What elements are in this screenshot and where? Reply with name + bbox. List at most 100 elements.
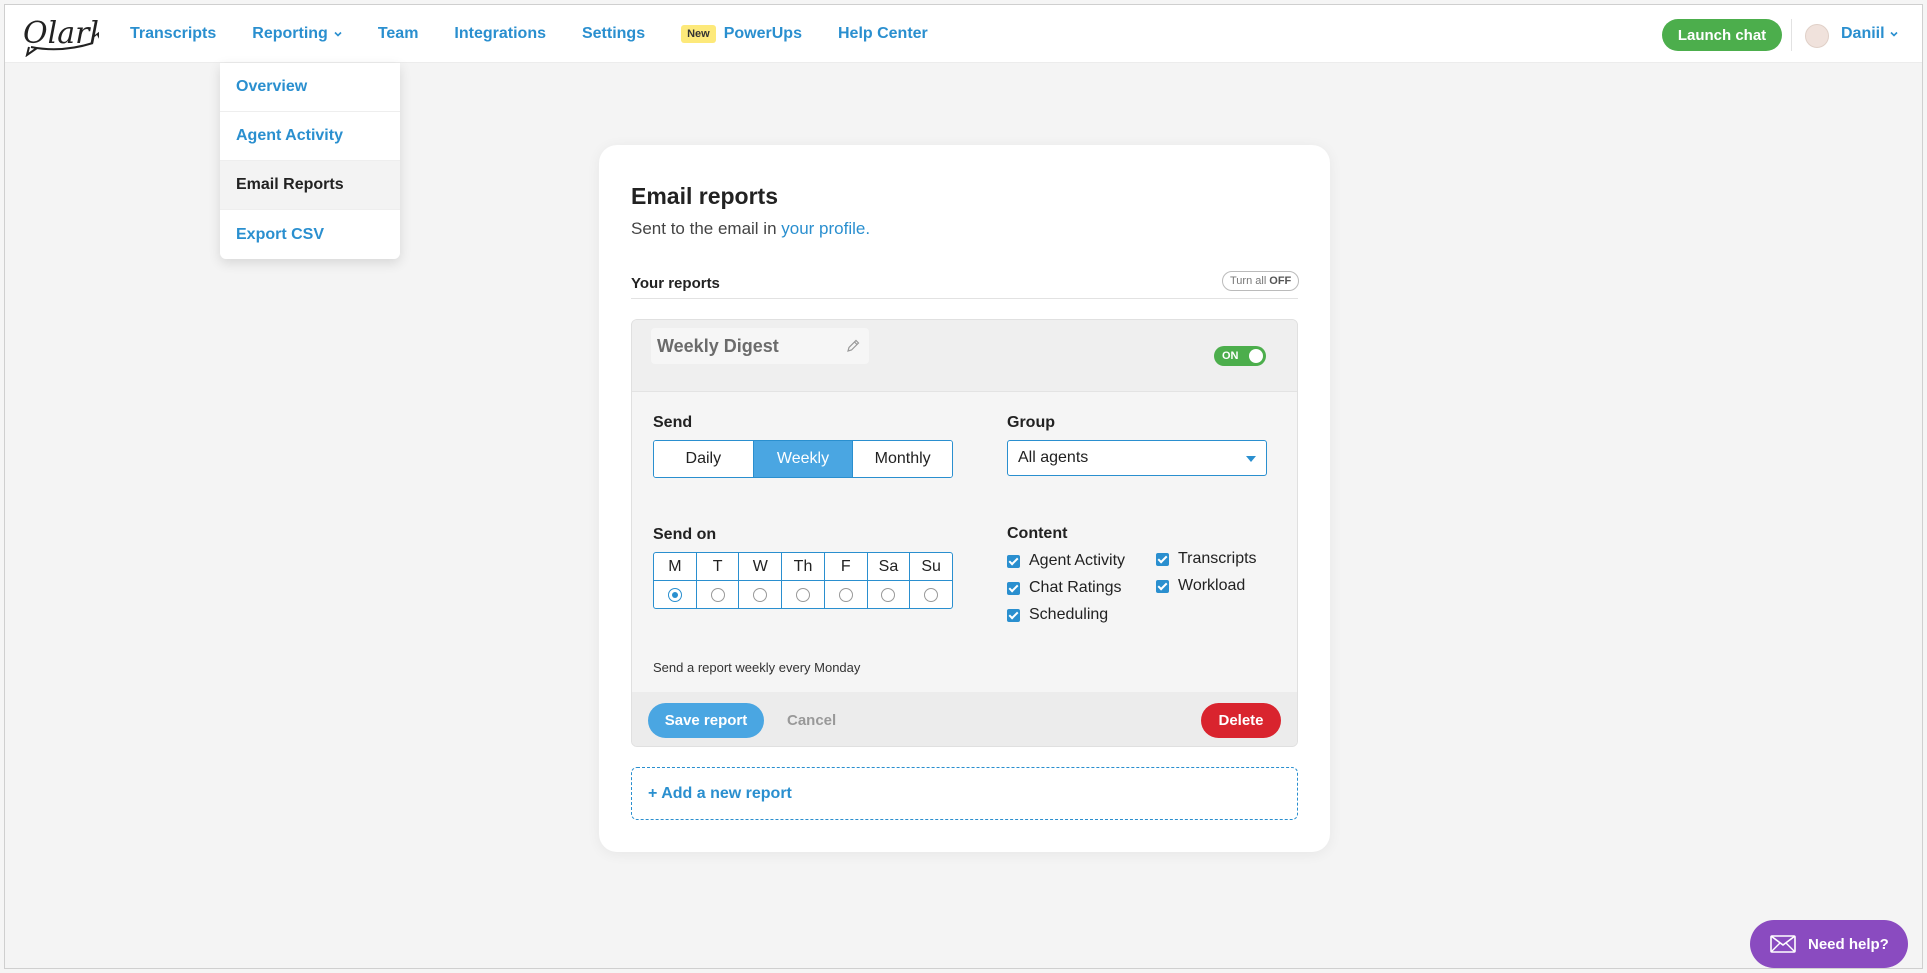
new-badge: New [681, 25, 716, 43]
day-sunday[interactable]: Su [910, 553, 953, 608]
schedule-summary: Send a report weekly every Monday [653, 660, 861, 675]
day-label: F [824, 553, 867, 581]
day-wednesday[interactable]: W [739, 553, 783, 608]
turn-all-label: Turn all [1230, 275, 1267, 287]
envelope-icon [1770, 935, 1796, 953]
report-actions: Save report Cancel Delete [632, 692, 1297, 746]
cancel-button[interactable]: Cancel [787, 712, 836, 729]
report-name-field[interactable]: Weekly Digest [651, 328, 869, 364]
nav-item-label: Team [377, 25, 419, 42]
nav-divider [1791, 19, 1792, 51]
save-report-button[interactable]: Save report [648, 703, 764, 738]
nav-item-help-center[interactable]: Help Center [838, 25, 928, 43]
page-subtitle: Sent to the email in your profile. [631, 219, 870, 239]
day-tuesday[interactable]: T [696, 553, 740, 608]
subtitle-text: Sent to the email in [631, 219, 777, 238]
nav-item-label: Transcripts [130, 25, 217, 42]
app-frame: Olark Transcripts Reporting Team Integra… [4, 4, 1923, 969]
report-toggle[interactable]: ON [1214, 346, 1266, 366]
nav-item-integrations[interactable]: Integrations [454, 25, 546, 43]
checkbox-workload[interactable]: Workload [1156, 577, 1245, 595]
menu-item-agent-activity[interactable]: Agent Activity [220, 112, 400, 161]
caret-down-icon [1246, 456, 1256, 462]
nav-item-powerups[interactable]: New PowerUps [681, 25, 802, 43]
nav-item-label: PowerUps [723, 25, 802, 42]
checkbox-label: Transcripts [1178, 550, 1257, 567]
group-label: Group [1007, 414, 1055, 431]
day-monday[interactable]: M [654, 553, 697, 608]
profile-link[interactable]: your profile. [781, 219, 870, 238]
nav-item-reporting[interactable]: Reporting [252, 25, 342, 43]
checkbox-transcripts[interactable]: Transcripts [1156, 550, 1257, 568]
toggle-label: ON [1222, 350, 1239, 362]
avatar[interactable] [1805, 24, 1829, 48]
day-radio[interactable] [924, 588, 939, 602]
user-menu[interactable]: Daniil [1841, 25, 1898, 43]
menu-item-overview[interactable]: Overview [220, 63, 400, 112]
day-radio[interactable] [796, 588, 811, 602]
send-on-label: Send on [653, 526, 717, 543]
day-label: Sa [867, 553, 910, 581]
delete-button[interactable]: Delete [1201, 703, 1281, 738]
email-reports-card: Email reports Sent to the email in your … [599, 145, 1330, 852]
checkbox-label: Agent Activity [1029, 552, 1126, 569]
checkbox-checked-icon[interactable] [1007, 554, 1020, 568]
report-name: Weekly Digest [657, 335, 779, 356]
day-thursday[interactable]: Th [782, 553, 825, 608]
checkbox-label: Chat Ratings [1029, 579, 1122, 596]
olark-logo[interactable]: Olark [21, 13, 99, 57]
day-radio[interactable] [881, 588, 896, 602]
menu-item-export-csv[interactable]: Export CSV [220, 210, 400, 259]
need-help-label: Need help? [1808, 935, 1889, 953]
report-header: Weekly Digest ON [632, 320, 1297, 392]
add-new-report-button[interactable]: + Add a new report [631, 767, 1298, 820]
report-panel: Weekly Digest ON Send Daily Weekly Month… [631, 319, 1298, 747]
checkbox-label: Scheduling [1029, 606, 1109, 623]
nav-item-label: Settings [581, 25, 646, 42]
need-help-button[interactable]: Need help? [1750, 920, 1908, 968]
day-label: M [654, 553, 696, 581]
checkbox-checked-icon[interactable] [1156, 552, 1169, 566]
main-nav: Transcripts Reporting Team Integrations … [130, 5, 964, 63]
frequency-daily[interactable]: Daily [654, 441, 754, 477]
checkbox-chat-ratings[interactable]: Chat Ratings [1007, 579, 1122, 597]
send-label: Send [653, 414, 693, 431]
checkbox-checked-icon[interactable] [1007, 581, 1020, 595]
day-label: W [739, 553, 782, 581]
nav-item-label: Integrations [454, 25, 546, 42]
frequency-weekly[interactable]: Weekly [753, 441, 854, 477]
chevron-down-icon [1889, 31, 1898, 37]
nav-item-team[interactable]: Team [378, 25, 419, 43]
section-heading: Your reports [631, 275, 720, 292]
user-name: Daniil [1841, 25, 1885, 42]
turn-all-state: OFF [1269, 275, 1292, 287]
day-radio[interactable] [667, 588, 682, 602]
day-saturday[interactable]: Sa [867, 553, 911, 608]
page-title: Email reports [631, 183, 778, 209]
group-value: All agents [1018, 449, 1089, 466]
checkbox-checked-icon[interactable] [1156, 579, 1169, 593]
day-radio[interactable] [710, 588, 725, 602]
nav-item-transcripts[interactable]: Transcripts [130, 25, 216, 43]
checkbox-scheduling[interactable]: Scheduling [1007, 606, 1108, 624]
logo-text: Olark [23, 16, 99, 51]
turn-all-off-button[interactable]: Turn all OFF [1222, 271, 1300, 291]
launch-chat-button[interactable]: Launch chat [1662, 19, 1782, 51]
day-radio[interactable] [753, 588, 768, 602]
checkbox-agent-activity[interactable]: Agent Activity [1007, 552, 1125, 570]
top-navigation-bar: Olark Transcripts Reporting Team Integra… [5, 5, 1922, 63]
pencil-icon[interactable] [845, 338, 861, 354]
day-label: T [696, 553, 739, 581]
nav-item-label: Reporting [252, 25, 328, 42]
checkbox-checked-icon[interactable] [1007, 608, 1020, 622]
content-label: Content [1007, 525, 1068, 542]
nav-item-settings[interactable]: Settings [582, 25, 645, 43]
menu-item-email-reports[interactable]: Email Reports [220, 161, 400, 210]
day-friday[interactable]: F [824, 553, 868, 608]
frequency-selector: Daily Weekly Monthly [653, 440, 953, 478]
group-select[interactable]: All agents [1007, 440, 1267, 476]
frequency-monthly[interactable]: Monthly [853, 441, 952, 477]
day-selector: M T W Th F Sa Su [653, 552, 953, 609]
day-radio[interactable] [838, 588, 853, 602]
toggle-knob [1249, 349, 1263, 363]
